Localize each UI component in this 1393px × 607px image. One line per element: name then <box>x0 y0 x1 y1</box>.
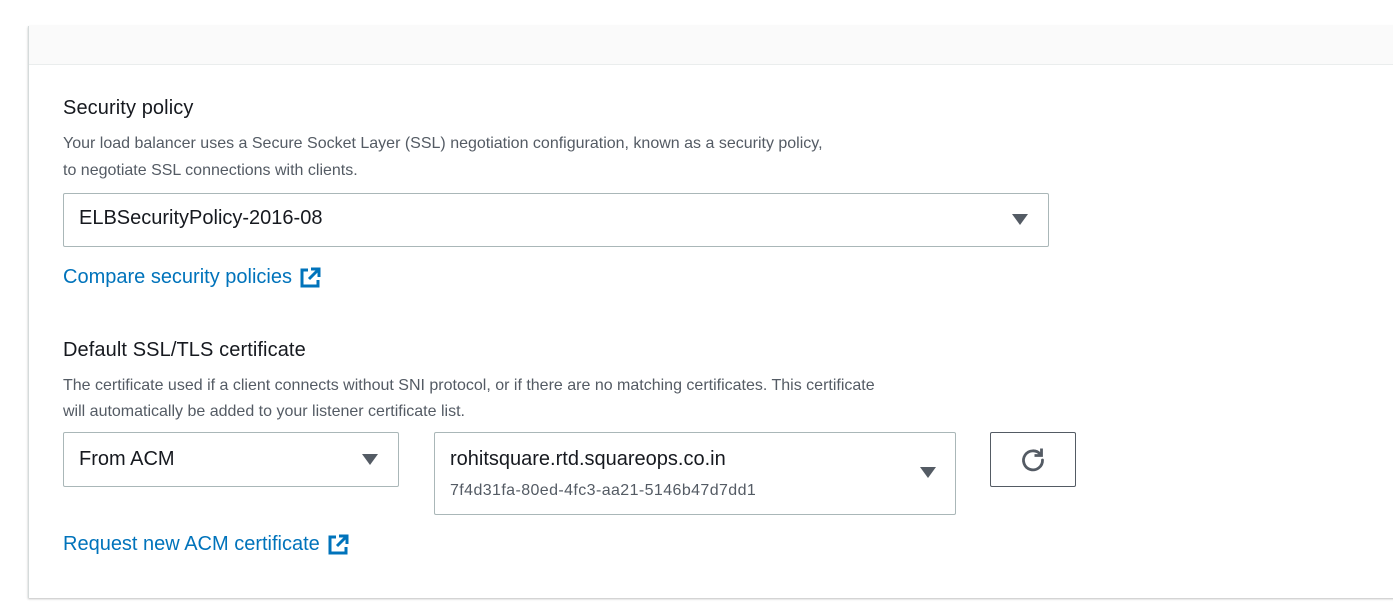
compare-security-policies-label: Compare security policies <box>63 266 292 288</box>
request-acm-certificate-label: Request new ACM certificate <box>63 533 320 555</box>
caret-down-icon <box>362 454 378 465</box>
certificate-source-selected-value: From ACM <box>79 448 175 470</box>
security-policy-selected-value: ELBSecurityPolicy-2016-08 <box>79 207 323 229</box>
certificate-id: 7f4d31fa-80ed-4fc3-aa21-5146b47d7dd1 <box>450 482 757 499</box>
certificate-description-line1: The certificate used if a client connect… <box>63 377 875 394</box>
certificate-description-line2: will automatically be added to your list… <box>63 403 465 420</box>
external-link-icon <box>300 267 321 287</box>
security-policy-description-line1: Your load balancer uses a Secure Socket … <box>63 135 823 152</box>
certificate-select[interactable]: rohitsquare.rtd.squareops.co.in 7f4d31fa… <box>434 432 956 515</box>
caret-down-icon <box>920 467 936 478</box>
certificate-name: rohitsquare.rtd.squareops.co.in <box>450 448 726 470</box>
default-certificate-heading: Default SSL/TLS certificate <box>63 339 306 361</box>
request-acm-certificate-link[interactable]: Request new ACM certificate <box>63 533 349 556</box>
security-policy-select[interactable]: ELBSecurityPolicy-2016-08 <box>63 193 1049 247</box>
caret-down-icon <box>1012 214 1028 225</box>
certificate-source-select[interactable]: From ACM <box>63 432 399 487</box>
refresh-certificates-button[interactable] <box>990 432 1076 487</box>
external-link-icon <box>328 534 349 554</box>
security-policy-description-line2: to negotiate SSL connections with client… <box>63 162 358 179</box>
refresh-icon <box>1022 448 1044 472</box>
security-policy-heading: Security policy <box>63 97 194 119</box>
panel-header <box>29 26 1393 65</box>
compare-security-policies-link[interactable]: Compare security policies <box>63 266 321 289</box>
